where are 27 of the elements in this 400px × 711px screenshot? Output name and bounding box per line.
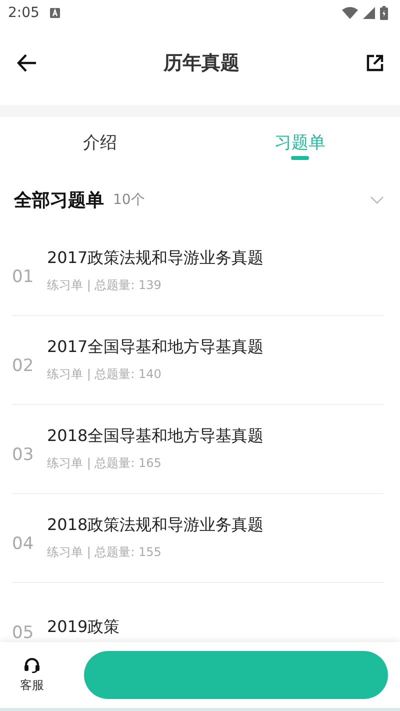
item-meta: 练习单 | 总题量: 155 bbox=[47, 544, 162, 561]
status-time: 2:05 bbox=[8, 5, 40, 21]
wifi-icon bbox=[342, 7, 358, 19]
section-title: 全部习题单 bbox=[14, 189, 104, 212]
service-label[interactable]: 客服 bbox=[20, 676, 44, 694]
item-title[interactable]: 2018全国导基和地方导基真题 bbox=[47, 426, 264, 447]
share-icon[interactable] bbox=[366, 54, 384, 72]
tab[interactable]: 介绍 bbox=[0, 117, 200, 167]
item-number: 03 bbox=[12, 445, 35, 465]
item-meta: 练习单 | 总题量: 139 bbox=[47, 277, 162, 294]
item-meta: 练习单 | 总题量: 165 bbox=[47, 455, 162, 472]
item-number: 01 bbox=[12, 267, 35, 287]
item-number: 04 bbox=[12, 534, 35, 554]
back-arrow-icon[interactable] bbox=[17, 54, 37, 72]
notification-icon bbox=[50, 8, 60, 18]
item-number: 05 bbox=[12, 623, 35, 642]
item-title[interactable]: 2019政策 bbox=[47, 616, 120, 638]
item-title[interactable]: 2018政策法规和导游业务真题 bbox=[47, 515, 264, 536]
signal-icon bbox=[363, 7, 375, 19]
item-title[interactable]: 2017全国导基和地方导基真题 bbox=[47, 337, 264, 358]
battery-icon bbox=[380, 6, 388, 20]
item-title[interactable]: 2017政策法规和导游业务真题 bbox=[47, 248, 264, 269]
item-number: 02 bbox=[12, 356, 35, 376]
section-count: 10个 bbox=[113, 191, 145, 209]
item-meta: 练习单 | 总题量: 140 bbox=[47, 366, 162, 383]
page-title: 历年真题 bbox=[164, 51, 240, 76]
headset-icon[interactable] bbox=[23, 656, 41, 672]
